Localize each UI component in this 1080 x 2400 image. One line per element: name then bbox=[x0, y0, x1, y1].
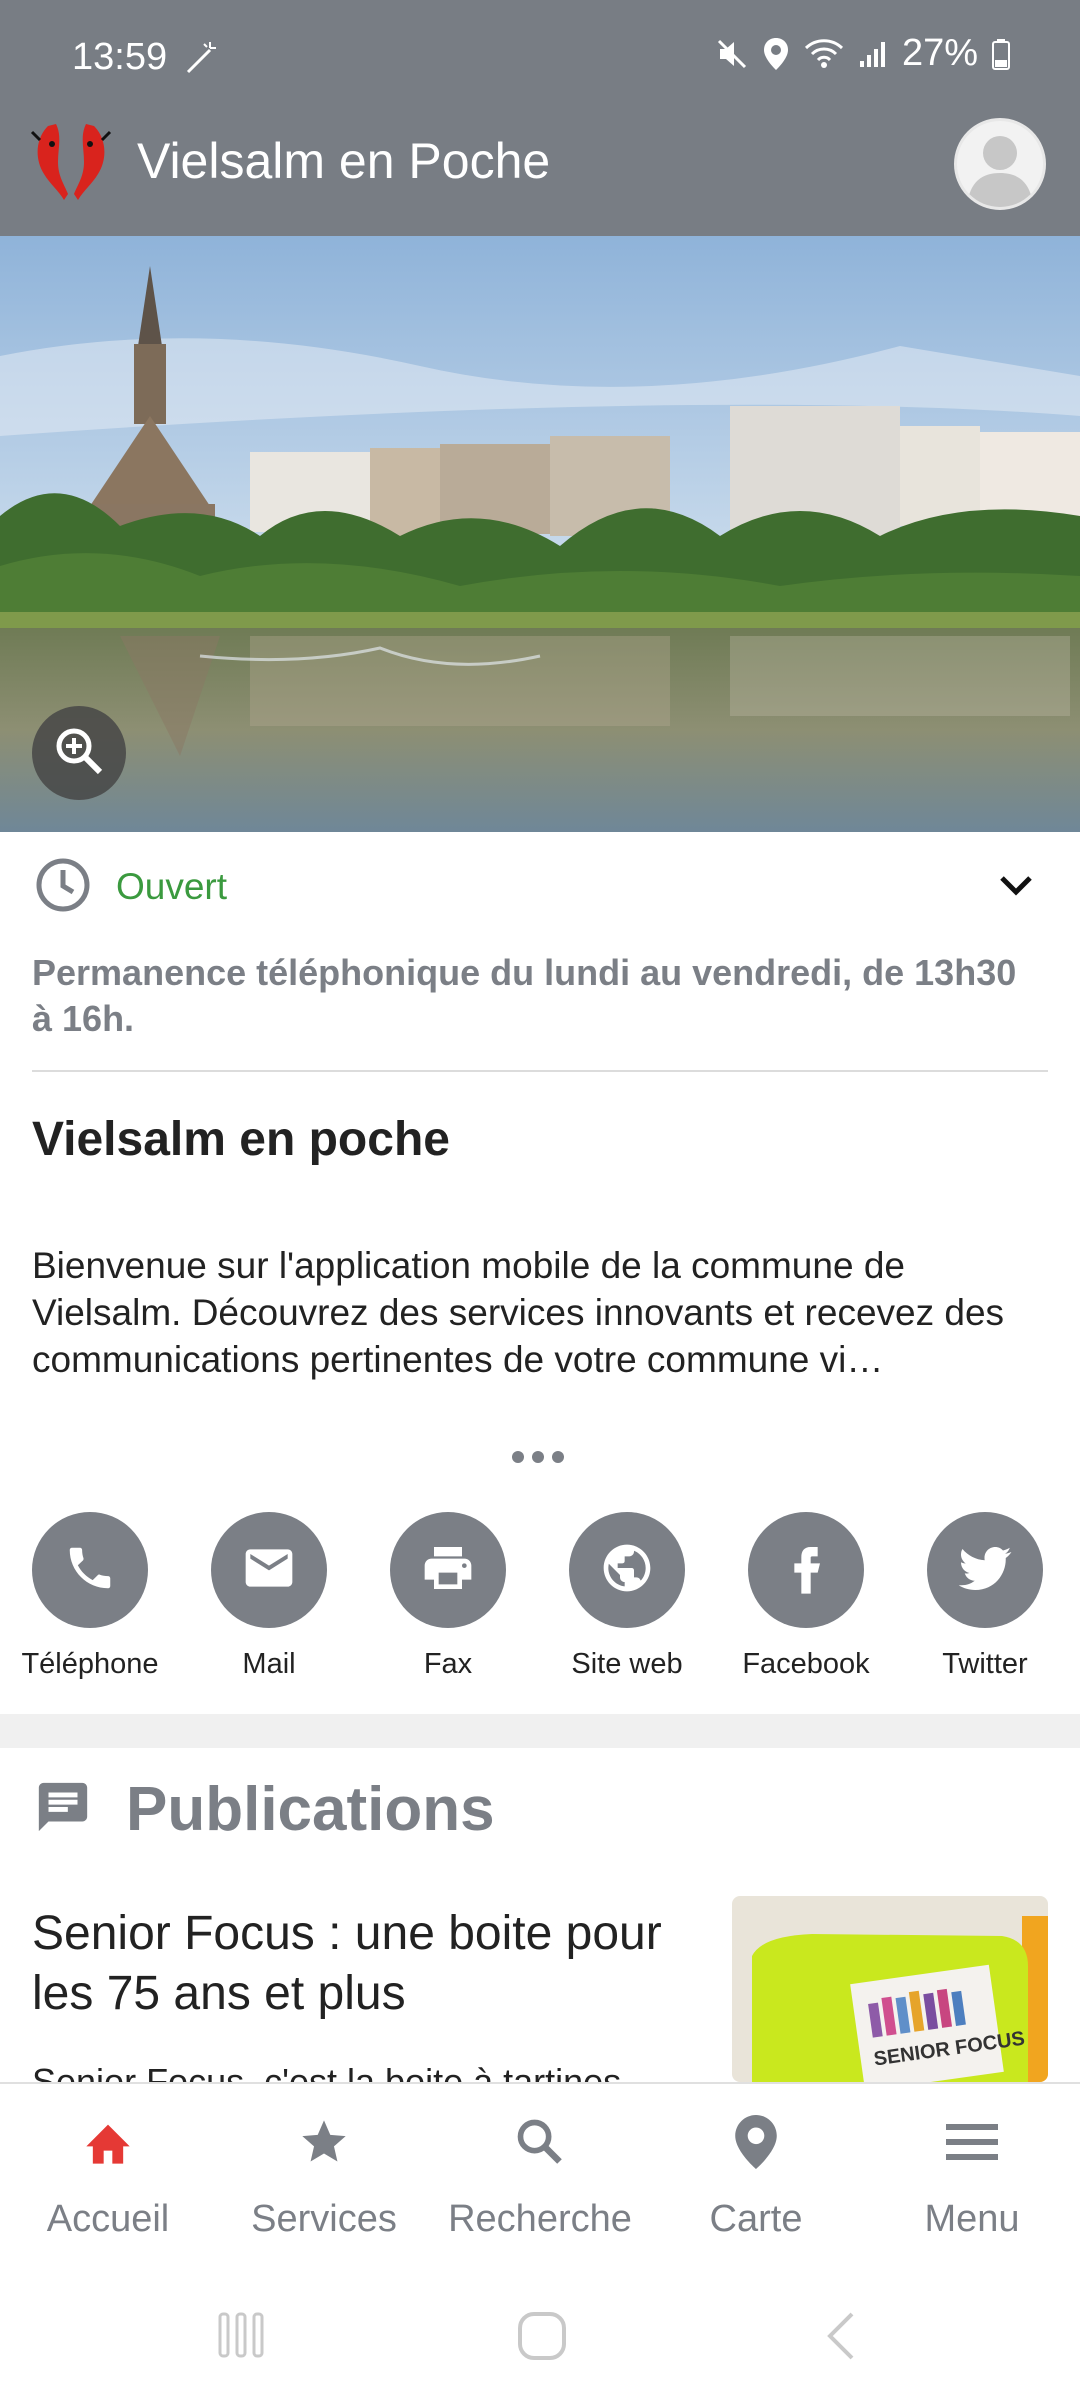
clock-icon bbox=[34, 856, 92, 919]
zoom-in-icon bbox=[53, 725, 105, 782]
contact-phone-button[interactable]: Téléphone bbox=[0, 1512, 180, 1681]
contact-label: Téléphone bbox=[21, 1648, 159, 1680]
map-pin-icon bbox=[730, 2115, 782, 2169]
system-nav-bar bbox=[0, 2272, 1080, 2400]
app-logo-icon bbox=[28, 118, 114, 208]
nav-label: Accueil bbox=[46, 2198, 170, 2240]
app-bar: Vielsalm en Poche bbox=[0, 118, 1080, 236]
nav-search[interactable]: Recherche bbox=[432, 2084, 648, 2274]
contact-website-button[interactable]: Site web bbox=[537, 1512, 717, 1681]
nav-services[interactable]: Services bbox=[216, 2084, 432, 2274]
mail-icon bbox=[241, 1540, 297, 1601]
contact-label: Fax bbox=[423, 1648, 473, 1680]
bottom-nav: Accueil Services Recherche Carte Menu bbox=[0, 2082, 1080, 2272]
nav-label: Menu bbox=[924, 2198, 1020, 2240]
hours-note: Permanence téléphonique du lundi au vend… bbox=[32, 952, 1017, 1039]
contact-label: Twitter bbox=[942, 1648, 1028, 1680]
search-icon bbox=[514, 2116, 566, 2168]
zoom-image-button[interactable] bbox=[32, 706, 126, 800]
nav-label: Services bbox=[251, 2198, 397, 2240]
globe-icon bbox=[599, 1540, 655, 1601]
read-more-button[interactable] bbox=[510, 1430, 566, 1475]
wifi-icon bbox=[804, 38, 844, 70]
location-icon bbox=[762, 37, 790, 71]
divider bbox=[32, 1070, 1048, 1072]
menu-icon bbox=[946, 2116, 998, 2168]
publications-header: Publications bbox=[0, 1748, 1080, 1868]
printer-icon bbox=[420, 1540, 476, 1601]
mute-icon bbox=[716, 38, 748, 70]
intro-text: Bienvenue sur l'application mobile de la… bbox=[32, 1245, 1005, 1380]
magic-wand-icon bbox=[180, 38, 220, 87]
chevron-down-icon[interactable] bbox=[996, 870, 1036, 905]
nav-menu[interactable]: Menu bbox=[864, 2084, 1080, 2274]
twitter-icon bbox=[955, 1538, 1015, 1603]
publication-title[interactable]: Senior Focus : une boite pour les 75 ans… bbox=[32, 1904, 672, 2024]
facebook-icon bbox=[778, 1540, 834, 1601]
recent-apps-button[interactable] bbox=[216, 2310, 266, 2365]
nav-map[interactable]: Carte bbox=[648, 2084, 864, 2274]
contact-buttons: Téléphone Mail Fax Site web Facebook Twi… bbox=[0, 1512, 1080, 1682]
phone-icon bbox=[63, 1541, 117, 1600]
status-icons: 27% bbox=[716, 32, 1010, 75]
avatar[interactable] bbox=[954, 118, 1046, 210]
contact-fax-button[interactable]: Fax bbox=[358, 1512, 538, 1681]
app-title: Vielsalm en Poche bbox=[137, 133, 551, 189]
publications-title: Publications bbox=[126, 1775, 495, 1844]
page-title: Vielsalm en poche bbox=[32, 1113, 450, 1166]
battery-level: 27% bbox=[901, 32, 978, 74]
publication-snippet: Senior Focus, c'est la boite à tartines bbox=[32, 2062, 672, 2082]
open-status: Ouvert bbox=[116, 866, 228, 907]
nav-home[interactable]: Accueil bbox=[0, 2084, 216, 2274]
home-icon bbox=[82, 2116, 134, 2168]
contact-label: Mail bbox=[242, 1648, 296, 1680]
back-button[interactable] bbox=[822, 2310, 862, 2367]
star-icon bbox=[298, 2116, 350, 2168]
status-bar: 13:59 27% bbox=[0, 0, 1080, 118]
publication-thumbnail[interactable]: SENIOR FOCUS bbox=[732, 1896, 1048, 2082]
battery-icon bbox=[992, 38, 1010, 70]
nav-label: Recherche bbox=[448, 2198, 632, 2240]
opening-hours-toggle[interactable]: Ouvert bbox=[0, 832, 1080, 942]
contact-mail-button[interactable]: Mail bbox=[179, 1512, 359, 1681]
contact-facebook-button[interactable]: Facebook bbox=[716, 1512, 896, 1681]
contact-label: Facebook bbox=[742, 1648, 870, 1680]
comment-icon bbox=[34, 1778, 92, 1841]
contact-label: Site web bbox=[571, 1648, 683, 1680]
contact-twitter-button[interactable]: Twitter bbox=[895, 1512, 1075, 1681]
signal-icon bbox=[858, 39, 888, 69]
hero-image bbox=[0, 236, 1080, 832]
section-separator bbox=[0, 1714, 1080, 1748]
nav-label: Carte bbox=[709, 2198, 803, 2240]
home-button[interactable] bbox=[516, 2310, 568, 2367]
status-time: 13:59 bbox=[72, 36, 168, 78]
